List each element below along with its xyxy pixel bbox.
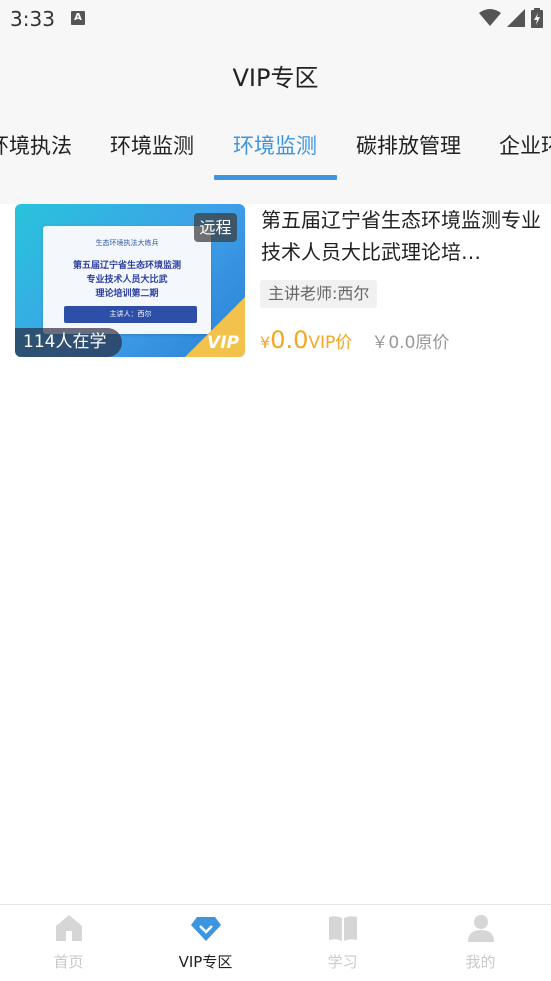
course-thumbnail[interactable]: 生态环境执法大练兵 第五届辽宁省生态环境监测 专业技术人员大比武 理论培训第二期… xyxy=(15,204,245,357)
thumbnail-speaker: 主讲人：西尔 xyxy=(64,306,197,323)
page-title: VIP专区 xyxy=(232,64,319,92)
vip-corner-label: VIP xyxy=(207,333,239,353)
thumbnail-line-2: 专业技术人员大比武 xyxy=(86,275,168,285)
category-tabs: 环境执法 环境监测 环境监测 碳排放管理 企业环 xyxy=(0,110,551,204)
vip-price: 0.0 xyxy=(270,326,309,354)
nav-mine[interactable]: 我的 xyxy=(412,905,549,981)
user-icon xyxy=(467,915,494,942)
status-icons xyxy=(479,7,543,29)
status-time: 3:33 xyxy=(10,7,55,31)
nav-study-label: 学习 xyxy=(327,953,358,971)
battery-icon xyxy=(531,8,543,28)
teacher-tag: 主讲老师:西尔 xyxy=(260,280,378,308)
nav-home-label: 首页 xyxy=(53,953,84,971)
nav-home[interactable]: 首页 xyxy=(0,905,137,981)
original-price: ￥0.0原价 xyxy=(371,333,450,353)
tab-environment-enforcement[interactable]: 环境执法 xyxy=(0,130,72,160)
price-row: ¥0.0VIP价 ￥0.0原价 xyxy=(260,326,449,358)
course-title[interactable]: 第五届辽宁省生态环境监测专业技术人员大比武理论培… xyxy=(261,204,543,268)
tab-environment-monitoring-active[interactable]: 环境监测 xyxy=(233,130,317,160)
tab-enterprise[interactable]: 企业环 xyxy=(499,130,551,160)
wifi-icon xyxy=(479,9,501,26)
nav-study[interactable]: 学习 xyxy=(274,905,411,981)
tab-environment-monitoring[interactable]: 环境监测 xyxy=(110,130,194,160)
nav-mine-label: 我的 xyxy=(465,953,496,971)
bottom-nav: 首页 VIP专区 学习 我的 xyxy=(0,904,551,981)
thumbnail-line-1: 第五届辽宁省生态环境监测 xyxy=(72,261,181,271)
nav-vip[interactable]: VIP专区 xyxy=(137,905,274,981)
course-card[interactable]: 生态环境执法大练兵 第五届辽宁省生态环境监测 专业技术人员大比武 理论培训第二期… xyxy=(15,204,551,360)
status-bar: 3:33 A xyxy=(0,0,551,38)
diamond-icon xyxy=(190,917,221,941)
vip-currency: ¥ xyxy=(260,333,271,352)
learners-badge: 114人在学 xyxy=(15,328,123,357)
book-icon xyxy=(328,916,357,941)
vip-price-label: VIP价 xyxy=(308,333,353,353)
home-icon xyxy=(55,915,82,941)
nav-vip-label: VIP专区 xyxy=(178,953,233,971)
signal-icon xyxy=(507,9,525,27)
remote-badge: 远程 xyxy=(194,213,237,242)
tab-indicator xyxy=(214,175,337,180)
notification-icon: A xyxy=(71,11,85,25)
tab-carbon-emission[interactable]: 碳排放管理 xyxy=(356,130,461,160)
thumbnail-tag: 生态环境执法大练兵 xyxy=(95,239,159,247)
header: VIP专区 xyxy=(0,38,551,110)
